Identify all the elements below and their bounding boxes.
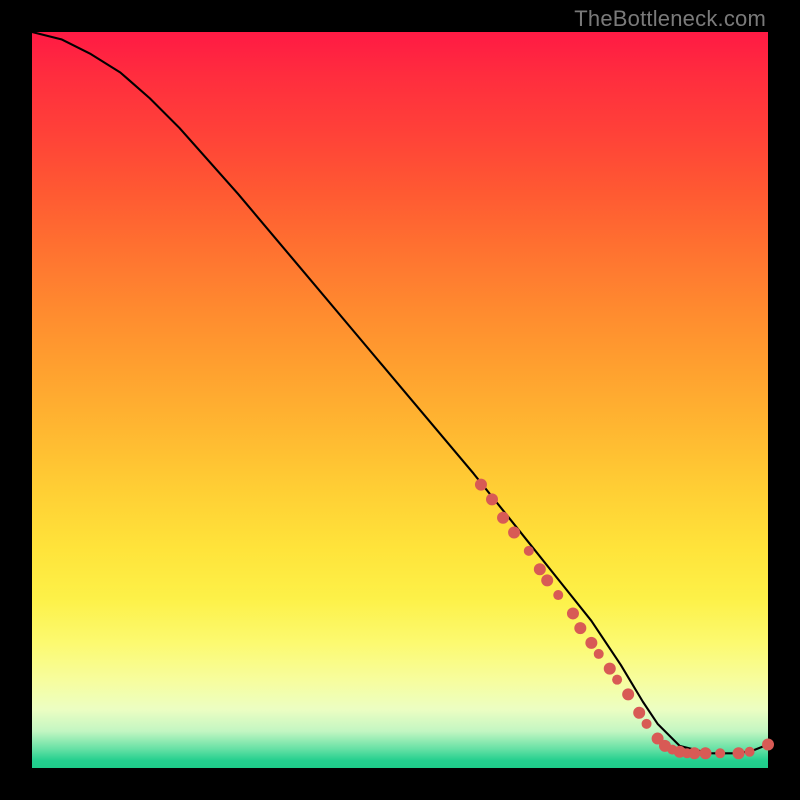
bottleneck-curve — [32, 32, 768, 753]
data-point — [622, 688, 634, 700]
data-point — [585, 637, 597, 649]
data-point — [699, 747, 711, 759]
data-point — [642, 719, 652, 729]
data-point — [594, 649, 604, 659]
data-point — [486, 493, 498, 505]
data-point — [497, 512, 509, 524]
data-point — [524, 546, 534, 556]
data-point — [574, 622, 586, 634]
data-point — [688, 747, 700, 759]
data-point — [553, 590, 563, 600]
data-point — [733, 747, 745, 759]
data-point — [715, 748, 725, 758]
chart-stage: TheBottleneck.com — [0, 0, 800, 800]
data-point — [745, 747, 755, 757]
chart-overlay-svg — [32, 32, 768, 768]
data-point — [475, 479, 487, 491]
data-point — [612, 675, 622, 685]
data-point — [541, 574, 553, 586]
data-point — [508, 526, 520, 538]
data-point — [604, 663, 616, 675]
data-point — [633, 707, 645, 719]
data-point-markers — [475, 479, 774, 760]
watermark-text: TheBottleneck.com — [574, 6, 766, 32]
data-point — [534, 563, 546, 575]
data-point — [567, 607, 579, 619]
data-point — [762, 738, 774, 750]
